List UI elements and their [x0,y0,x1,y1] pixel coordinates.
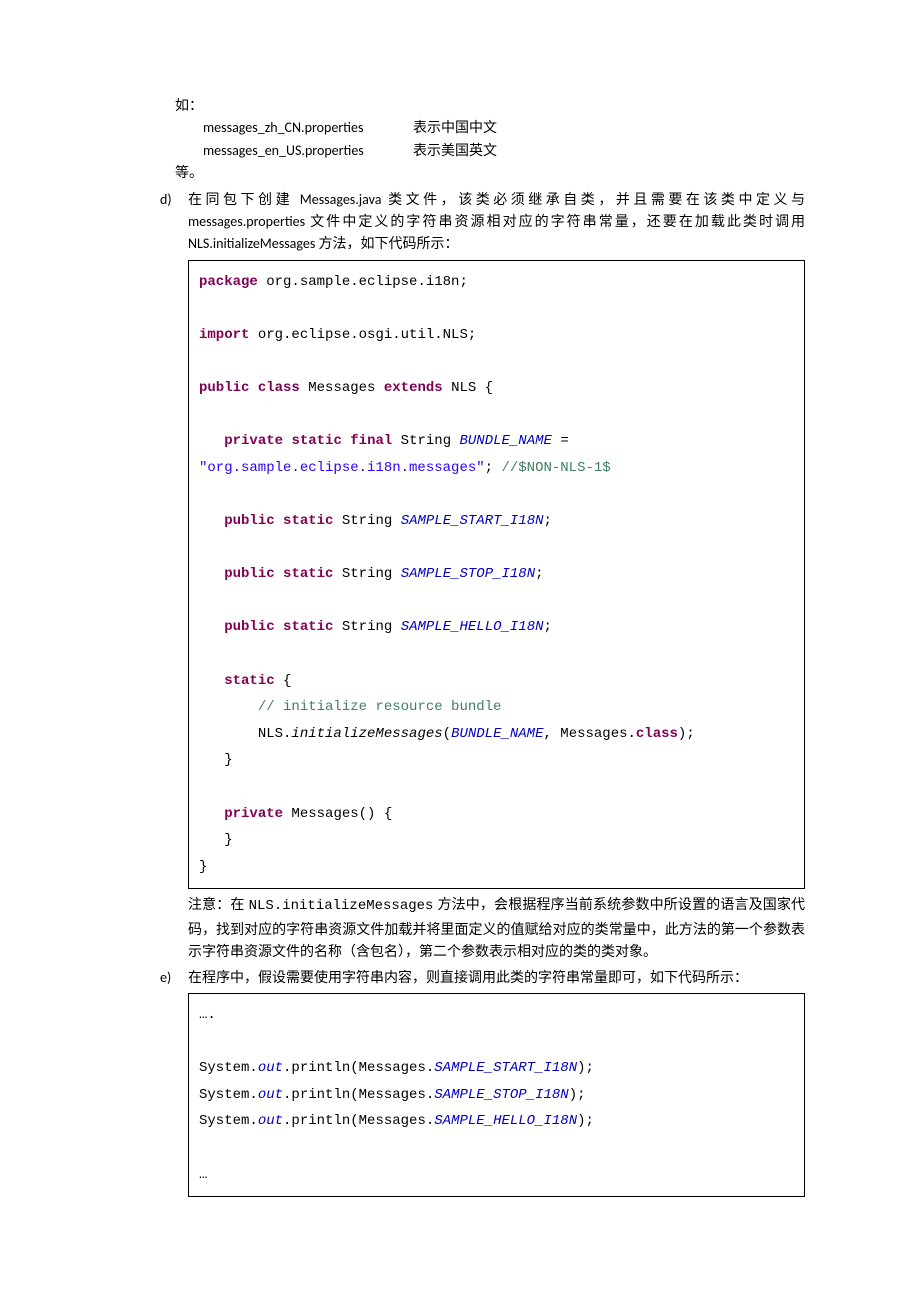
file1-desc: 表示中国中文 [413,117,497,139]
marker-e: e) [160,967,188,1198]
brace2: } [224,832,232,848]
code-box-d: package org.sample.eclipse.i18n; import … [188,260,805,890]
brace3: } [199,859,207,875]
field-start: SAMPLE_START_I18N [401,513,544,529]
code-box-e: …. System.out.println(Messages.SAMPLE_ST… [188,993,805,1197]
pa3: .println(Messages. [283,1113,434,1129]
brace1: } [224,752,232,768]
file2-name: messages_en_US.properties [203,140,413,162]
kw-public2: public [224,513,274,529]
kw-final: final [350,433,392,449]
sys3: System. [199,1113,258,1129]
kw-public4: public [224,619,274,635]
import-stmt: org.eclipse.osgi.util.NLS; [249,327,476,343]
kw-package: package [199,274,258,290]
out2: out [258,1087,283,1103]
eq: = [552,433,577,449]
field-hello: SAMPLE_HELLO_I18N [401,619,544,635]
f2: SAMPLE_STOP_I18N [434,1087,568,1103]
dots2: … [199,1167,207,1183]
pa1: .println(Messages. [283,1060,434,1076]
ctor: Messages() { [283,806,392,822]
f3: SAMPLE_HELLO_I18N [434,1113,577,1129]
semi: ; [485,460,502,476]
pb2: ); [569,1087,586,1103]
kw-static4: static [283,619,333,635]
type-string4: String [333,619,400,635]
intro-end: 等。 [175,162,805,184]
file1-name: messages_zh_CN.properties [203,117,413,139]
kw-static2: static [283,513,333,529]
type-string3: String [333,566,400,582]
dots1: …. [199,1007,216,1023]
pkg-name: org.sample.eclipse.i18n; [258,274,468,290]
kw-class: class [258,380,300,396]
pb3: ); [577,1113,594,1129]
type-string: String [392,433,459,449]
ext-name: NLS { [443,380,493,396]
kw-extends: extends [384,380,443,396]
bundle-name2: BUNDLE_NAME [451,726,543,742]
marker-d: d) [160,189,188,963]
static-open: { [275,673,292,689]
out3: out [258,1113,283,1129]
list-item-d: d) 在同包下创建 Messages.java 类文件，该类必须继承自类，并且需… [160,189,805,963]
item-e-text: 在程序中，假设需要使用字符串内容，则直接调用此类的字符串常量即可，如下代码所示： [188,967,805,989]
sys1: System. [199,1060,258,1076]
item-d-note: 注意：在 NLS.initializeMessages 方法中，会根据程序当前系… [188,893,805,962]
nls-d: ); [678,726,695,742]
out1: out [258,1060,283,1076]
kw-static3: static [283,566,333,582]
kw-private2: private [224,806,283,822]
kw-static: static [291,433,341,449]
list-item-e: e) 在程序中，假设需要使用字符串内容，则直接调用此类的字符串常量即可，如下代码… [160,967,805,1198]
field-stop: SAMPLE_STOP_I18N [401,566,535,582]
kw-class2: class [636,726,678,742]
sys2: System. [199,1087,258,1103]
type-string2: String [333,513,400,529]
pb1: ); [577,1060,594,1076]
pa2: .println(Messages. [283,1087,434,1103]
f1: SAMPLE_START_I18N [434,1060,577,1076]
kw-public3: public [224,566,274,582]
bundle-val: "org.sample.eclipse.i18n.messages" [199,460,485,476]
intro-line: 如： [175,95,805,117]
kw-import: import [199,327,249,343]
nls-c: , Messages. [543,726,635,742]
item-d-text: 在同包下创建 Messages.java 类文件，该类必须继承自类，并且需要在该… [188,189,805,256]
note-mono: NLS.initializeMessages [249,898,434,914]
nls-m: initializeMessages [291,726,442,742]
nls-b: ( [443,726,451,742]
note-prefix: 注意：在 [188,896,249,912]
cmt-nonls: //$NON-NLS-1$ [501,460,610,476]
kw-private: private [224,433,283,449]
kw-static5: static [224,673,274,689]
class-name: Messages [300,380,384,396]
cmt-init: // initialize resource bundle [258,699,502,715]
nls-a: NLS. [258,726,292,742]
kw-public: public [199,380,249,396]
bundle-name: BUNDLE_NAME [460,433,552,449]
file2-desc: 表示美国英文 [413,140,497,162]
